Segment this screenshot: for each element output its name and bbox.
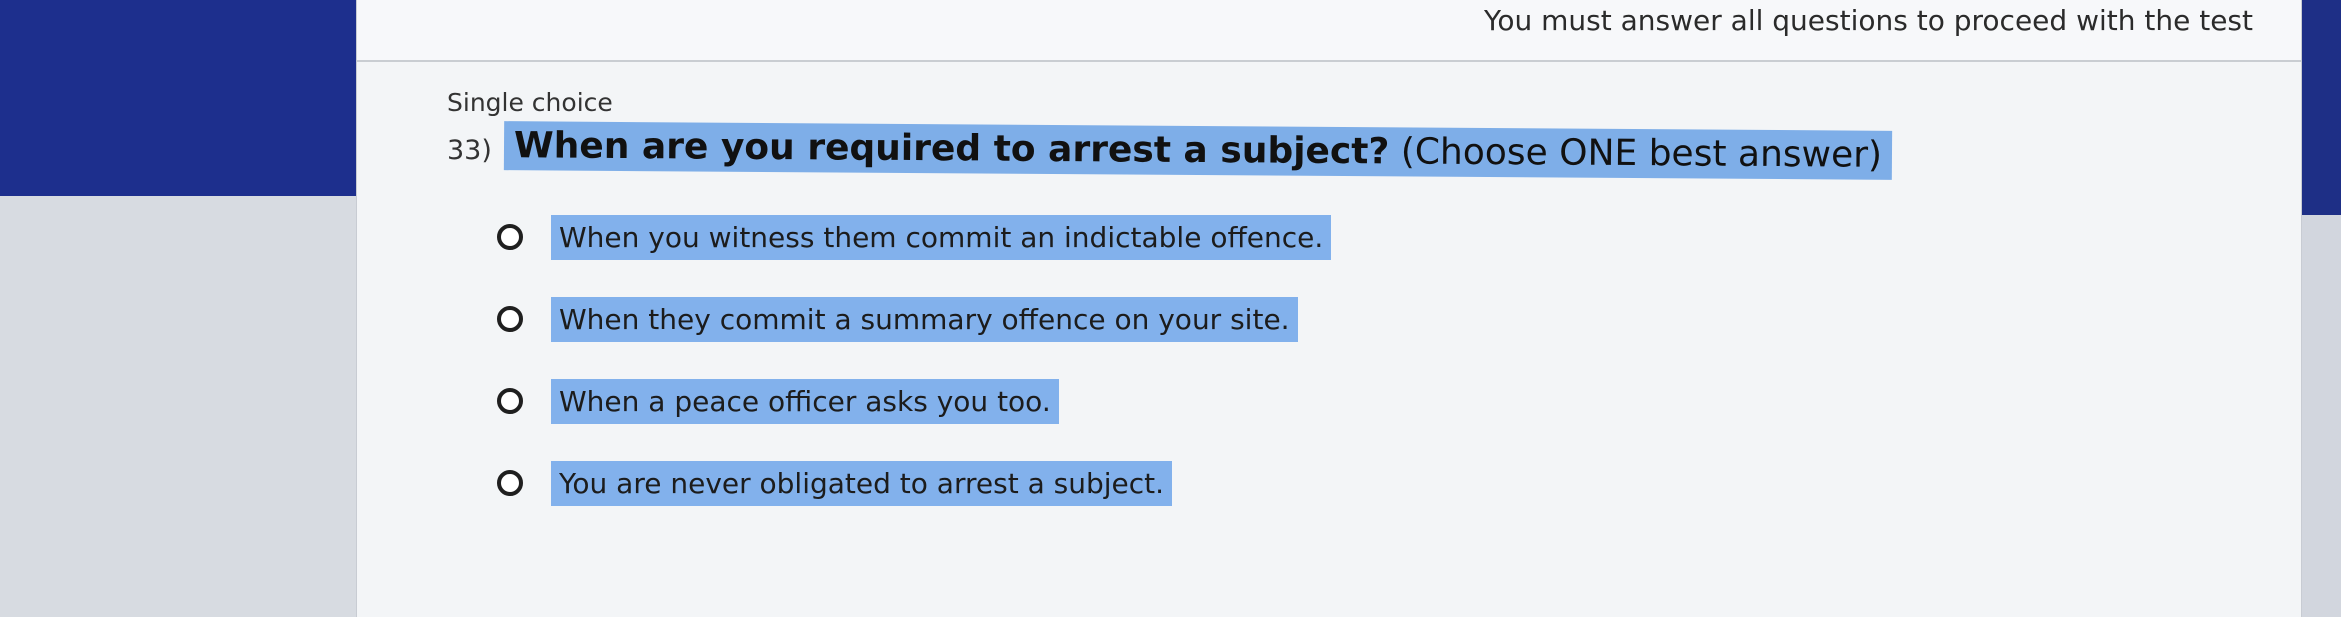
top-bar: You must answer all questions to proceed… <box>357 0 2301 62</box>
question-text-block: When are you required to arrest a subjec… <box>503 121 1893 180</box>
question-number: 33) <box>447 135 492 166</box>
question-line: 33) When are you required to arrest a su… <box>447 121 1893 180</box>
question-type-label: Single choice <box>447 88 613 117</box>
answer-option[interactable]: When they commit a summary offence on yo… <box>497 278 1331 360</box>
question-hint: (Choose ONE best answer) <box>1400 131 1883 176</box>
answer-option[interactable]: You are never obligated to arrest a subj… <box>497 442 1331 524</box>
answer-option-label[interactable]: When a peace officer asks you too. <box>551 378 1059 424</box>
answer-option-label[interactable]: When they commit a summary offence on yo… <box>551 296 1298 342</box>
background-frame-left <box>0 0 380 196</box>
question-panel: You must answer all questions to proceed… <box>356 0 2302 617</box>
answer-option[interactable]: When a peace officer asks you too. <box>497 360 1331 442</box>
answer-option-label[interactable]: When you witness them commit an indictab… <box>551 214 1332 260</box>
screen: You must answer all questions to proceed… <box>0 0 2341 617</box>
radio-button[interactable] <box>497 306 523 332</box>
question-text: When are you required to arrest a subjec… <box>513 125 1390 173</box>
radio-button[interactable] <box>497 224 523 250</box>
answer-option-label[interactable]: You are never obligated to arrest a subj… <box>551 460 1173 506</box>
radio-button[interactable] <box>497 470 523 496</box>
answer-option[interactable]: When you witness them commit an indictab… <box>497 196 1332 278</box>
radio-button[interactable] <box>497 388 523 414</box>
background-frame-left-lower <box>0 196 380 617</box>
required-answers-notice: You must answer all questions to proceed… <box>1483 4 2253 37</box>
answer-options: When you witness them commit an indictab… <box>497 196 1332 524</box>
